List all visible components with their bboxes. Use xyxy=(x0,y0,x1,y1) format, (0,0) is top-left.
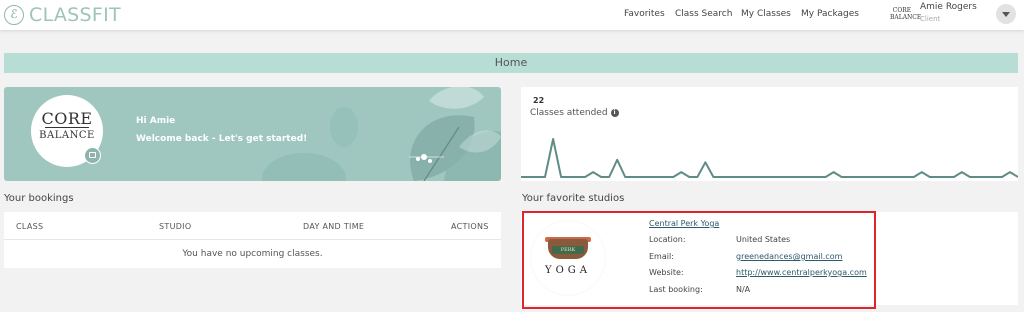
user-menu-button[interactable] xyxy=(996,4,1016,24)
bookings-table: CLASS STUDIO DAY AND TIME ACTIONS You ha… xyxy=(4,212,501,268)
col-class: CLASS xyxy=(16,222,44,231)
bookings-empty-message: You have no upcoming classes. xyxy=(182,249,323,259)
camera-glyph xyxy=(89,152,96,158)
nav-favorites[interactable]: Favorites xyxy=(624,9,665,19)
logo-text: CLASSFIT xyxy=(29,4,121,26)
classes-attended-text: Classes attended xyxy=(530,108,608,118)
info-icon[interactable]: i xyxy=(610,109,619,117)
nav-my-packages[interactable]: My Packages xyxy=(801,9,859,19)
nav-class-search[interactable]: Class Search xyxy=(675,9,732,19)
user-avatar[interactable]: CORE BALANCE xyxy=(890,4,922,26)
favorite-studios-title: Your favorite studios xyxy=(522,193,625,204)
greeting-text: Hi Amie xyxy=(136,116,176,126)
camera-icon[interactable] xyxy=(84,147,101,164)
chevron-down-icon xyxy=(1002,12,1010,17)
col-studio: STUDIO xyxy=(159,222,192,231)
bookings-title: Your bookings xyxy=(4,193,74,204)
col-actions: ACTIONS xyxy=(451,222,489,231)
col-day-and-time: DAY AND TIME xyxy=(303,222,365,231)
avatar-logo-line1: CORE xyxy=(41,109,93,128)
user-name: Amie Rogers xyxy=(920,2,977,12)
user-avatar-line2: BALANCE xyxy=(890,14,922,21)
logo-mark-icon: ℰ xyxy=(4,5,24,25)
avatar-logo-divider xyxy=(45,127,89,128)
page-title-bar: Home xyxy=(4,53,1018,73)
attendance-sparkline xyxy=(521,138,1018,178)
avatar-logo-line2: BALANCE xyxy=(39,130,95,141)
user-role: Client xyxy=(920,15,941,23)
nav-my-classes[interactable]: My Classes xyxy=(741,9,791,19)
top-navbar: ℰ CLASSFIT Favorites Class Search My Cla… xyxy=(0,0,1024,30)
highlight-box xyxy=(522,211,876,309)
bookings-table-header: CLASS STUDIO DAY AND TIME ACTIONS xyxy=(4,212,501,240)
user-avatar-line1: CORE xyxy=(892,7,912,14)
classes-attended-card: 22 Classes attended i xyxy=(521,87,1018,181)
classes-attended-count: 22 xyxy=(533,96,545,105)
sparkline-path xyxy=(521,138,1018,178)
classes-attended-label: Classes attended i xyxy=(530,108,619,118)
classfit-logo[interactable]: ℰ CLASSFIT xyxy=(4,4,121,26)
welcome-text: Welcome back - Let's get started! xyxy=(136,134,308,144)
